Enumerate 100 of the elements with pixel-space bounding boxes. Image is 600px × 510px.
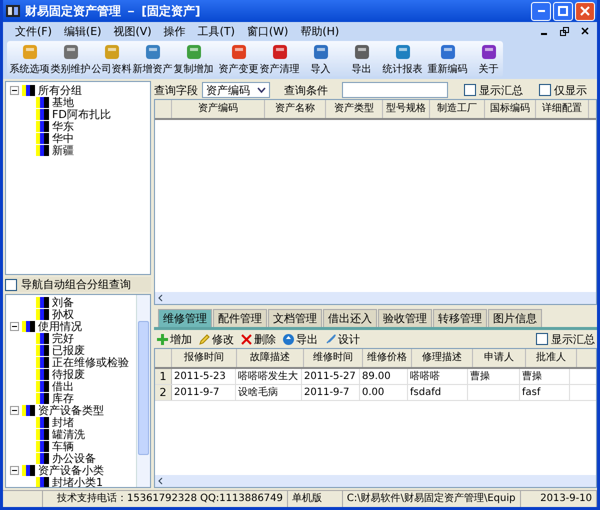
condition-field[interactable] [342, 82, 448, 98]
column-header[interactable]: 报修时间 [172, 349, 237, 367]
column-header[interactable]: 维修价格 [363, 349, 412, 367]
field-dropdown[interactable]: 资产编码 [202, 82, 270, 98]
table-cell: 曹操 [468, 369, 520, 384]
tree-item[interactable]: FD阿布扎比 [52, 106, 111, 122]
show-total-checkbox[interactable]: 显示汇总 [536, 332, 595, 346]
tree-item[interactable]: 资产设备类型 [38, 402, 104, 418]
tree-item[interactable]: 华东 [52, 118, 74, 134]
tree-item[interactable]: 完好 [52, 330, 74, 346]
tree-item[interactable]: 已报废 [52, 342, 85, 358]
toolbar-button[interactable]: 公司资料 [91, 42, 132, 76]
menu-item[interactable]: 编辑(E) [64, 24, 102, 38]
expander-icon[interactable] [10, 466, 19, 474]
restore-icon[interactable] [560, 26, 569, 36]
tree-item[interactable]: 封堵 [52, 414, 74, 430]
toolbar-button[interactable]: 系统选项 [9, 42, 50, 76]
vertical-scrollbar[interactable] [136, 295, 150, 487]
tab[interactable]: 借出还入 [323, 309, 377, 327]
expander-icon[interactable] [10, 406, 19, 414]
status-text: 2013-9-10 [520, 491, 597, 507]
tree-item[interactable]: 正在维修或检验 [52, 354, 129, 370]
binder-icon [36, 96, 49, 108]
menu-item[interactable]: 操作 [164, 24, 186, 38]
tree-item[interactable]: 使用情况 [38, 318, 82, 334]
app-icon [5, 4, 21, 18]
tree-item[interactable]: 车辆 [52, 438, 74, 454]
scroll-left-icon[interactable] [158, 294, 163, 302]
tree-item[interactable]: 封堵小类1 [52, 474, 103, 487]
binder-icon [22, 404, 35, 416]
column-header[interactable]: 资产类型 [326, 100, 383, 118]
only-show-checkbox[interactable]: 仅显示 [539, 82, 587, 98]
binder-icon [36, 332, 49, 344]
tree-item[interactable]: 所有分组 [38, 82, 82, 98]
toolbar-button[interactable]: 导入 [300, 42, 341, 76]
tree-item[interactable]: 罐清洗 [52, 426, 85, 442]
binder-icon [36, 132, 49, 144]
tree-item[interactable]: 库存 [52, 390, 74, 406]
tree-item[interactable]: 待报废 [52, 366, 85, 382]
tab[interactable]: 图片信息 [488, 309, 542, 327]
show-total-checkbox[interactable]: 显示汇总 [464, 82, 523, 98]
field-label: 查询字段 [154, 82, 198, 98]
toolbar-button[interactable]: 关于 [468, 42, 509, 76]
horizontal-scrollbar[interactable] [155, 292, 596, 304]
tab[interactable]: 文档管理 [268, 309, 322, 327]
column-header[interactable]: 制造工厂 [430, 100, 485, 118]
menu-item[interactable]: 文件(F) [15, 24, 52, 38]
binder-icon [22, 84, 35, 96]
maximize-button[interactable] [553, 2, 573, 20]
menu-item[interactable]: 工具(T) [198, 24, 235, 38]
menu-item[interactable]: 窗口(W) [246, 24, 288, 38]
horizontal-scrollbar[interactable] [155, 475, 596, 487]
tab[interactable]: 转移管理 [433, 309, 487, 327]
tree-item[interactable]: 办公设备 [52, 450, 96, 466]
toolbar-button[interactable]: 重新编码 [427, 42, 468, 76]
tree-item[interactable]: 基地 [52, 94, 74, 110]
tree-item[interactable]: 资产设备小类 [38, 462, 104, 478]
toolbar-button[interactable]: 设计 [324, 332, 360, 346]
column-header[interactable]: 详细配置 [536, 100, 589, 118]
toolbar-button[interactable]: 增加 [156, 332, 192, 346]
toolbar-button[interactable]: 新增资产 [132, 42, 173, 76]
status-text: 技术支持电话：15361792328 QQ:1113886749 [43, 491, 288, 507]
toolbar-button[interactable]: 删除 [240, 332, 276, 346]
menu-item[interactable]: 视图(V) [113, 24, 152, 38]
tree-item[interactable]: 华中 [52, 130, 74, 146]
close-button[interactable] [575, 2, 595, 20]
toolbar-button[interactable]: 复制增加 [173, 42, 214, 76]
toolbar-button[interactable]: 类别维护 [50, 42, 91, 76]
nav-query-checkbox[interactable]: 导航自动组合分组查询 [5, 277, 151, 292]
tab[interactable]: 验收管理 [378, 309, 432, 327]
scroll-left-icon[interactable] [158, 477, 163, 485]
column-header[interactable]: 型号规格 [383, 100, 430, 118]
table-cell: 2011-9-7 [302, 385, 360, 400]
toolbar-button[interactable]: 统计报表 [382, 42, 423, 76]
toolbar-button[interactable]: 资产变更 [218, 42, 259, 76]
toolbar-button[interactable]: 导出 [282, 332, 318, 346]
column-header[interactable]: 维修时间 [304, 349, 363, 367]
expander-icon[interactable] [10, 86, 19, 94]
toolbar-button[interactable]: 资产清理 [259, 42, 300, 76]
close-icon[interactable] [581, 27, 589, 35]
column-header[interactable]: 国标编码 [485, 100, 536, 118]
column-header[interactable]: 资产名称 [265, 100, 326, 118]
column-header[interactable]: 修理描述 [412, 349, 473, 367]
tree-item[interactable]: 借出 [52, 378, 74, 394]
minimize-button[interactable] [531, 2, 551, 20]
toolbar-button[interactable]: 导出 [341, 42, 382, 76]
tree-item[interactable]: 孙权 [52, 306, 74, 322]
expander-icon[interactable] [10, 322, 19, 330]
column-header[interactable]: 申请人 [473, 349, 526, 367]
status-text: C:\财易软件\财易固定资产管理\Equip [342, 491, 520, 507]
toolbar-button[interactable]: 修改 [198, 332, 234, 346]
tab[interactable]: 维修管理 [158, 309, 212, 327]
column-header[interactable]: 批准人 [526, 349, 577, 367]
tree-item[interactable]: 刘备 [52, 295, 74, 310]
tree-item[interactable]: 新疆 [52, 142, 74, 158]
menu-item[interactable]: 帮助(H) [300, 24, 340, 38]
tab[interactable]: 配件管理 [213, 309, 267, 327]
plus-icon [156, 332, 169, 346]
column-header[interactable]: 资产编码 [172, 100, 265, 118]
column-header[interactable]: 故障描述 [237, 349, 304, 367]
